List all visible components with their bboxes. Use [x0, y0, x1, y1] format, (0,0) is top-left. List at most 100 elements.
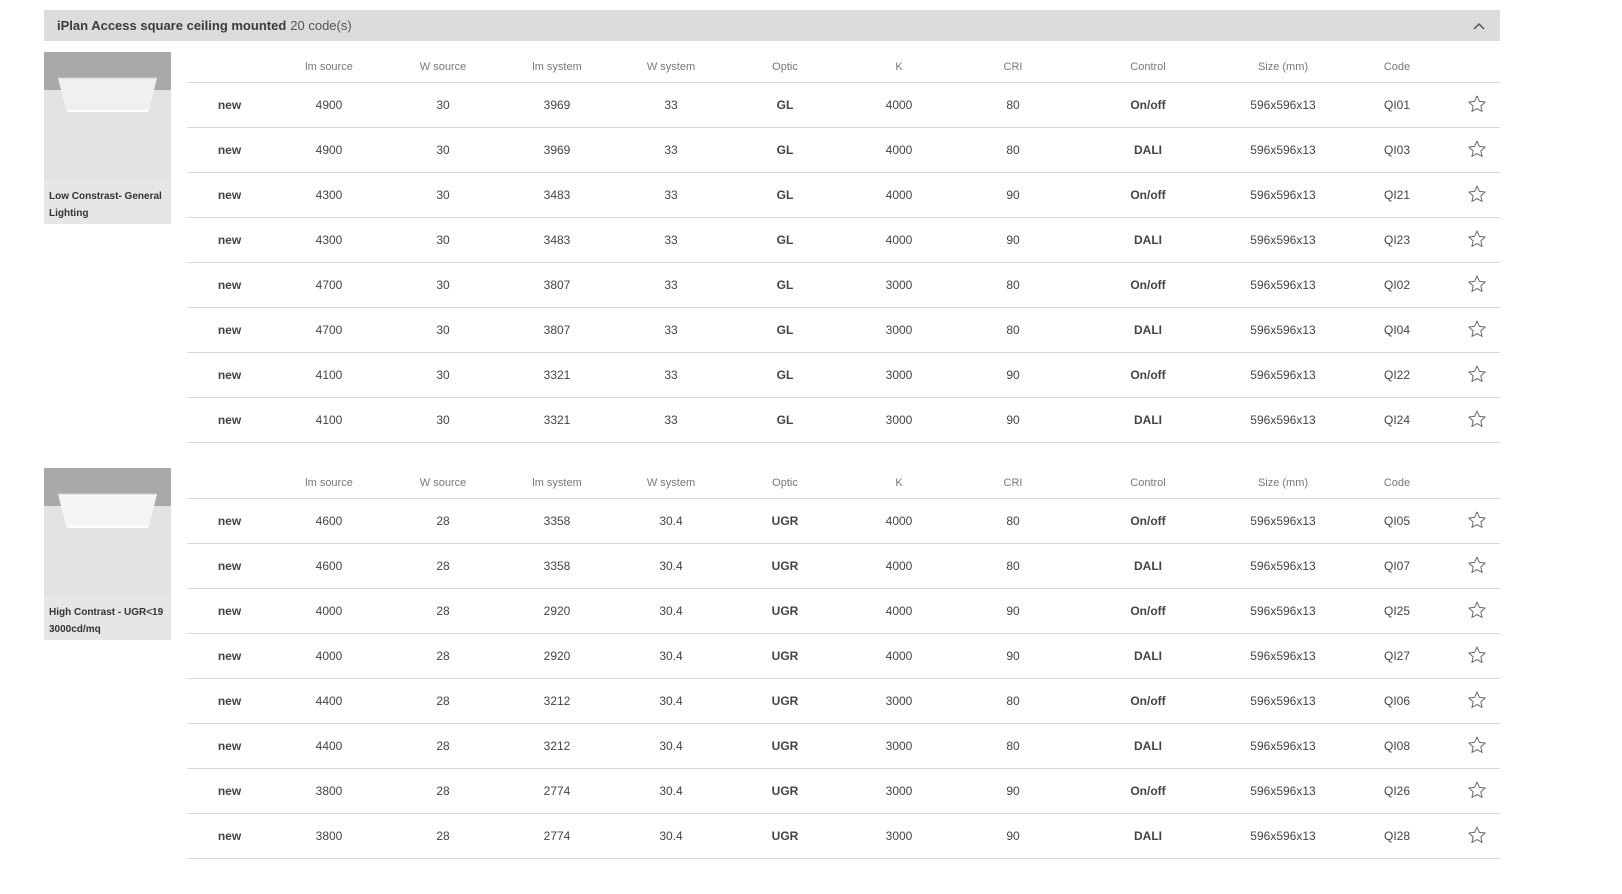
cell-cri: 90 — [956, 352, 1070, 398]
star-outline-icon[interactable] — [1467, 139, 1487, 159]
table-row[interactable]: new 3800 28 2774 30.4 UGR 3000 90 DALI 596x596x13… — [187, 813, 1500, 859]
caption-line: 3000cd/mq — [49, 624, 101, 635]
table-row[interactable]: new 4000 28 2920 30.4 UGR 4000 90 DALI 596x596x13… — [187, 633, 1500, 679]
cell-lm-system: 2774 — [500, 813, 614, 859]
col-k: K — [842, 468, 956, 499]
cell-w-source: 28 — [386, 723, 500, 769]
cell-size: 596x596x13 — [1226, 543, 1340, 589]
favorite-cell — [1454, 813, 1500, 859]
table-row[interactable]: new 4100 30 3321 33 GL 3000 90 On/off 596x596x13 Q… — [187, 352, 1500, 398]
col-w-source: W source — [386, 468, 500, 499]
cell-lm-system: 3969 — [500, 82, 614, 128]
cell-code: QI08 — [1340, 723, 1454, 769]
table-row[interactable]: new 4600 28 3358 30.4 UGR 4000 80 DALI 596x596x13… — [187, 543, 1500, 589]
favorite-cell — [1454, 217, 1500, 263]
favorite-cell — [1454, 82, 1500, 128]
col-lm-source: lm source — [272, 468, 386, 499]
cell-optic: GL — [728, 262, 842, 308]
cell-code: QI03 — [1340, 127, 1454, 173]
table-row[interactable]: new 4900 30 3969 33 GL 4000 80 On/off 596x596x13 Q… — [187, 82, 1500, 128]
cell-size: 596x596x13 — [1226, 172, 1340, 218]
star-outline-icon[interactable] — [1467, 645, 1487, 665]
favorite-cell — [1454, 172, 1500, 218]
table-row[interactable]: new 4900 30 3969 33 GL 4000 80 DALI 596x596x13 QI0… — [187, 127, 1500, 173]
star-outline-icon[interactable] — [1467, 780, 1487, 800]
star-outline-icon[interactable] — [1467, 184, 1487, 204]
cell-k: 4000 — [842, 588, 956, 634]
badge-new: new — [187, 352, 272, 398]
table-row[interactable]: new 4300 30 3483 33 GL 4000 90 On/off 596x596x13 Q… — [187, 172, 1500, 218]
favorite-cell — [1454, 352, 1500, 398]
cell-k: 3000 — [842, 723, 956, 769]
cell-cri: 90 — [956, 217, 1070, 263]
cell-optic: UGR — [728, 813, 842, 859]
cell-lm-source: 4700 — [272, 262, 386, 308]
cell-code: QI21 — [1340, 172, 1454, 218]
table-row[interactable]: new 4300 30 3483 33 GL 4000 90 DALI 596x596x13 QI2… — [187, 217, 1500, 263]
cell-k: 4000 — [842, 127, 956, 173]
cell-w-source: 30 — [386, 172, 500, 218]
badge-new: new — [187, 723, 272, 769]
badge-new: new — [187, 588, 272, 634]
cell-w-source: 28 — [386, 813, 500, 859]
caption-line: High Contrast - UGR<19 — [49, 607, 164, 618]
table-row[interactable]: new 4400 28 3212 30.4 UGR 3000 80 DALI 596x596x13… — [187, 723, 1500, 769]
cell-k: 3000 — [842, 352, 956, 398]
badge-new: new — [187, 768, 272, 814]
favorite-cell — [1454, 498, 1500, 544]
star-outline-icon[interactable] — [1467, 319, 1487, 339]
cell-w-system: 30.4 — [614, 588, 728, 634]
cell-optic: GL — [728, 307, 842, 353]
table-row[interactable]: new 4600 28 3358 30.4 UGR 4000 80 On/off 596x596x… — [187, 498, 1500, 544]
star-outline-icon[interactable] — [1467, 229, 1487, 249]
cell-w-system: 33 — [614, 262, 728, 308]
table-row[interactable]: new 4700 30 3807 33 GL 3000 80 On/off 596x596x13 Q… — [187, 262, 1500, 308]
cell-code: QI27 — [1340, 633, 1454, 679]
cell-w-source: 28 — [386, 678, 500, 724]
col-badge — [187, 468, 272, 499]
family-header[interactable]: iPlan Access square ceiling mounted 20 c… — [44, 10, 1500, 41]
star-outline-icon[interactable] — [1467, 825, 1487, 845]
product-card[interactable]: Low Constrast- General Lighting — [44, 52, 171, 224]
star-outline-icon[interactable] — [1467, 409, 1487, 429]
cell-w-source: 30 — [386, 82, 500, 128]
cell-w-source: 30 — [386, 217, 500, 263]
cell-optic: UGR — [728, 678, 842, 724]
cell-optic: UGR — [728, 498, 842, 544]
star-outline-icon[interactable] — [1467, 555, 1487, 575]
cell-size: 596x596x13 — [1226, 127, 1340, 173]
col-cri: CRI — [956, 468, 1070, 499]
cell-lm-system: 3807 — [500, 307, 614, 353]
cell-w-source: 28 — [386, 498, 500, 544]
product-card[interactable]: High Contrast - UGR<19 3000cd/mq — [44, 468, 171, 640]
table-row[interactable]: new 4400 28 3212 30.4 UGR 3000 80 On/off 596x596x… — [187, 678, 1500, 724]
cell-lm-system: 3212 — [500, 723, 614, 769]
table-header-row: lm source W source lm system W system Op… — [187, 468, 1500, 499]
cell-w-system: 33 — [614, 82, 728, 128]
table-row[interactable]: new 4100 30 3321 33 GL 3000 90 DALI 596x596x13 QI2… — [187, 397, 1500, 443]
star-outline-icon[interactable] — [1467, 600, 1487, 620]
star-outline-icon[interactable] — [1467, 274, 1487, 294]
panel-thumbnail — [44, 52, 171, 179]
chevron-up-icon[interactable] — [1468, 15, 1490, 37]
table-row[interactable]: new 4700 30 3807 33 GL 3000 80 DALI 596x596x13 QI0… — [187, 307, 1500, 353]
star-outline-icon[interactable] — [1467, 735, 1487, 755]
cell-k: 4000 — [842, 498, 956, 544]
cell-size: 596x596x13 — [1226, 307, 1340, 353]
cell-cri: 80 — [956, 498, 1070, 544]
cell-w-source: 28 — [386, 633, 500, 679]
cell-optic: UGR — [728, 588, 842, 634]
cell-lm-source: 3800 — [272, 813, 386, 859]
cell-lm-system: 3807 — [500, 262, 614, 308]
star-outline-icon[interactable] — [1467, 690, 1487, 710]
cell-lm-source: 4900 — [272, 82, 386, 128]
favorite-cell — [1454, 723, 1500, 769]
product-caption: High Contrast - UGR<19 3000cd/mq — [49, 604, 169, 638]
star-outline-icon[interactable] — [1467, 364, 1487, 384]
table-row[interactable]: new 3800 28 2774 30.4 UGR 3000 90 On/off 596x596x… — [187, 768, 1500, 814]
star-outline-icon[interactable] — [1467, 94, 1487, 114]
table-row[interactable]: new 4000 28 2920 30.4 UGR 4000 90 On/off 596x596x… — [187, 588, 1500, 634]
favorite-cell — [1454, 633, 1500, 679]
star-outline-icon[interactable] — [1467, 510, 1487, 530]
cell-control: DALI — [1070, 397, 1226, 443]
